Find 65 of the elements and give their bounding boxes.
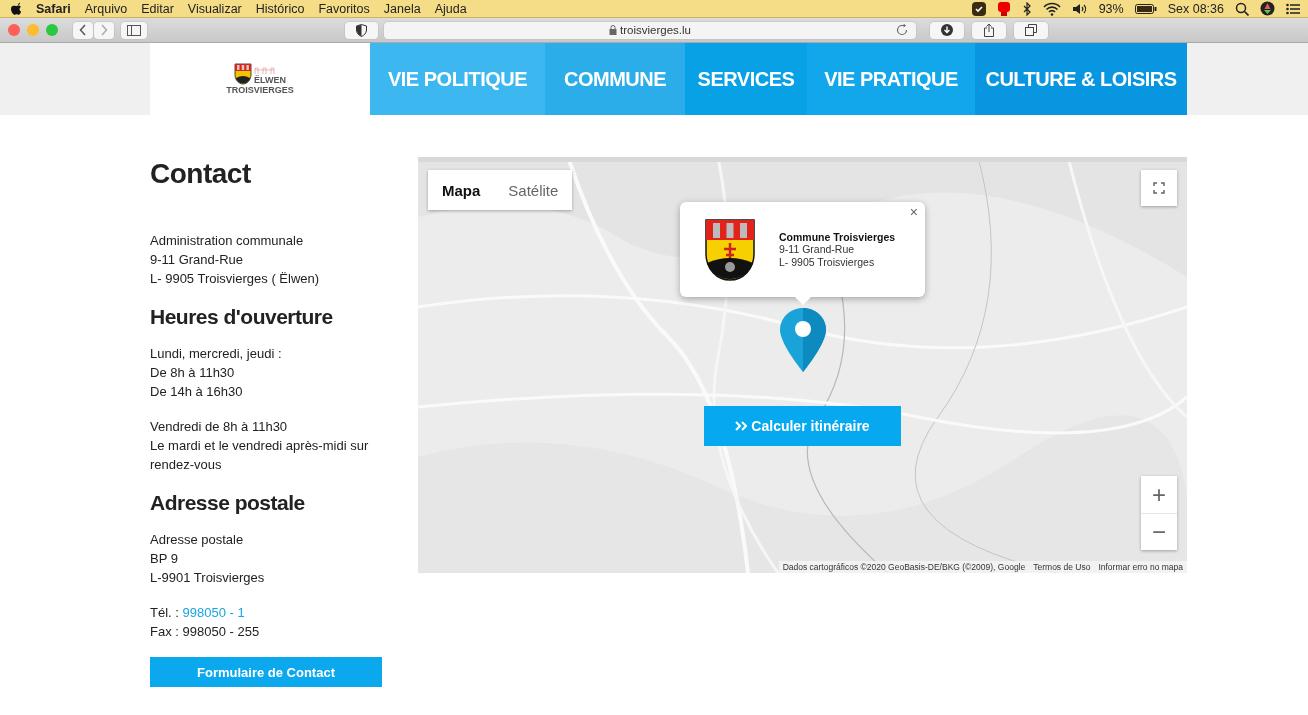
lock-icon — [609, 25, 617, 35]
app-badge-icon[interactable] — [996, 1, 1011, 16]
address-paragraph: Lundi, mercredi, jeudi : De 8h à 11h30 De 14h à 16h30 — [150, 345, 283, 401]
chevron-right-icon — [100, 24, 108, 36]
menu-item[interactable]: Visualizar — [187, 1, 242, 16]
popup-address: 9-11 Grand-Rue L- 9905 Troisvierges — [779, 242, 875, 269]
zoom-in-button[interactable]: + — [1141, 476, 1177, 513]
map-type-tab[interactable]: Mapa — [428, 170, 495, 210]
map-pin-icon — [779, 307, 827, 373]
search-icon[interactable] — [1235, 1, 1249, 16]
menu-item[interactable]: Janela — [383, 1, 421, 16]
page-title: Contact — [150, 157, 252, 191]
tabs-button[interactable] — [1014, 21, 1048, 39]
share-icon — [983, 23, 995, 37]
bluetooth-icon[interactable] — [1021, 1, 1032, 16]
logo-text: ËLWEN — [254, 75, 286, 85]
address-bar[interactable]: troisvierges.lu — [384, 21, 916, 39]
map-link[interactable]: Termos de Uso — [1033, 562, 1091, 572]
coat-of-arms-icon — [705, 218, 755, 281]
double-chevron-icon — [735, 421, 748, 431]
chevron-left-icon — [79, 24, 87, 36]
section-heading: Heures d'ouverture — [150, 304, 334, 330]
shield-icon — [356, 23, 367, 37]
url-text: troisvierges.lu — [620, 24, 691, 36]
battery-icon[interactable] — [1134, 2, 1157, 15]
volume-icon[interactable] — [1071, 1, 1088, 16]
privacy-button[interactable] — [345, 21, 378, 39]
zoom-out-button[interactable]: − — [1141, 513, 1177, 550]
fullscreen-icon — [1153, 182, 1165, 194]
coat-of-arms-icon — [234, 63, 252, 85]
app-menu[interactable]: Safari — [36, 1, 71, 16]
close-button[interactable]: × — [906, 204, 921, 220]
menu-item[interactable]: Histórico — [255, 1, 305, 16]
apple-icon[interactable] — [10, 1, 22, 16]
tabs-icon — [1025, 24, 1037, 36]
map-link[interactable]: Informar erro no mapa — [1098, 562, 1183, 572]
address-paragraph: Vendredi de 8h à 11h30 Le mardi et le vendredi après-midi sur rendez-vous — [150, 418, 370, 474]
castle-outline-icon — [254, 65, 276, 75]
logo-text: TROISVIERGES — [226, 85, 294, 95]
menu-item[interactable]: Ajuda — [434, 1, 467, 16]
back-button[interactable] — [73, 21, 93, 39]
map-type-tab[interactable]: Satélite — [494, 170, 573, 210]
popup-title: Commune Troisvierges — [779, 230, 896, 243]
address-paragraph: Adresse postale BP 9 L-9901 Troisvierges — [150, 531, 266, 587]
fax-number: Fax : 998050 - 255 — [150, 623, 261, 641]
list-icon[interactable] — [1286, 2, 1300, 15]
fullscreen-button[interactable] — [1141, 170, 1177, 206]
reload-icon[interactable] — [896, 24, 908, 36]
menu-item[interactable]: Editar — [141, 1, 174, 16]
wifi-icon[interactable] — [1042, 1, 1061, 16]
menu-item[interactable]: Favoritos — [318, 1, 370, 16]
download-icon — [941, 24, 953, 36]
sidebar-icon — [127, 24, 141, 36]
checkmark-badge-icon[interactable] — [971, 1, 986, 16]
map-attribution: Dados cartográficos ©2020 GeoBasis-DE/BKG (©2009), Google — [782, 562, 1026, 572]
downloads-button[interactable] — [930, 21, 964, 39]
share-button[interactable] — [972, 21, 1006, 39]
section-heading: Adresse postale — [150, 490, 306, 516]
sidebar-button[interactable] — [121, 21, 147, 39]
clock[interactable]: Sex 08:36 — [1167, 1, 1224, 16]
battery-percentage: 93% — [1098, 1, 1124, 16]
menu-item[interactable]: Arquivo — [84, 1, 128, 16]
phone-label: Tél. : — [150, 605, 180, 620]
address-paragraph: Administration communale 9-11 Grand-Rue L- 9905 Troisvierges ( Ëlwen) — [150, 232, 321, 288]
colorful-circle-icon[interactable] — [1260, 1, 1275, 16]
